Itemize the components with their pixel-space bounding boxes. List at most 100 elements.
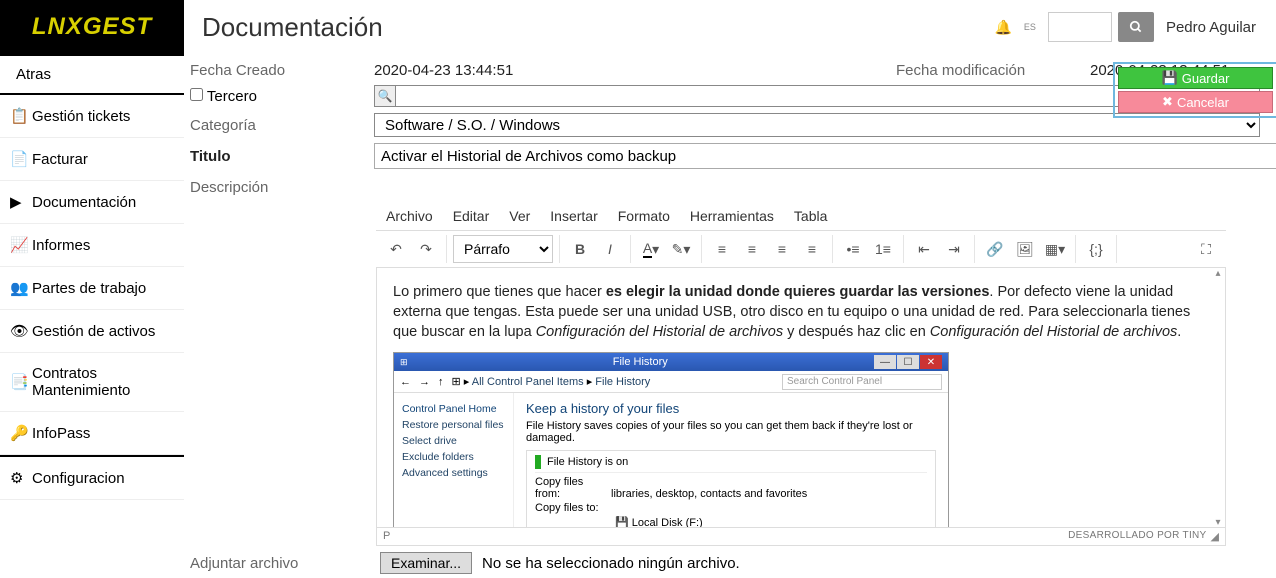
ss-side-item: Exclude folders xyxy=(402,449,505,465)
key-icon: 🔑 xyxy=(10,424,24,442)
sidebar-item-label: Facturar xyxy=(32,151,88,168)
sidebar-item-documentacion[interactable]: ▶Documentación xyxy=(0,181,184,224)
sidebar-item-label: Configuracion xyxy=(32,470,125,487)
sidebar-item-infopass[interactable]: 🔑 InfoPass xyxy=(0,412,184,455)
lang-toggle[interactable]: ES xyxy=(1024,23,1036,32)
tercero-check[interactable]: Tercero xyxy=(190,88,370,105)
ss-side-item: Select drive xyxy=(402,433,505,449)
editor-credit: DESARROLLADO POR TINY xyxy=(1068,530,1206,543)
title-input[interactable] xyxy=(374,143,1276,169)
browse-button[interactable]: Examinar... xyxy=(380,552,472,574)
align-justify-button[interactable]: ≡ xyxy=(798,235,826,263)
sidebar: Atras 📋 Gestión tickets 📄 Facturar ▶Docume… xyxy=(0,54,184,574)
sidebar-item-tickets[interactable]: 📋 Gestión tickets xyxy=(0,95,184,138)
cancel-label: Cancelar xyxy=(1177,95,1229,110)
desc-label: Descripción xyxy=(190,179,370,196)
align-center-button[interactable]: ≡ xyxy=(738,235,766,263)
ss-on-text: File History is on xyxy=(547,456,628,468)
attach-label: Adjuntar archivo xyxy=(190,555,370,572)
sidebar-item-label: Gestión tickets xyxy=(32,108,130,125)
asset-icon: 👁 xyxy=(10,322,24,340)
category-label: Categoría xyxy=(190,117,370,134)
sidebar-item-activos[interactable]: 👁 Gestión de activos xyxy=(0,310,184,353)
indent-button[interactable]: ⇥ xyxy=(940,235,968,263)
menu-archivo[interactable]: Archivo xyxy=(386,208,433,224)
fullscreen-button[interactable]: ⛶ xyxy=(1192,235,1220,263)
scroll-up-icon[interactable]: ▴ xyxy=(1213,268,1223,278)
people-icon: 👥 xyxy=(10,279,24,297)
bullet-list-button[interactable]: •≡ xyxy=(839,235,867,263)
sidebar-item-label: InfoPass xyxy=(32,425,90,442)
action-panel: 💾 Guardar ✖ Cancelar xyxy=(1113,62,1276,118)
image-button[interactable]: 🖼 xyxy=(1011,235,1039,263)
cancel-icon: ✖ xyxy=(1162,94,1173,110)
contract-icon: 📑 xyxy=(10,373,24,391)
align-left-button[interactable]: ≡ xyxy=(708,235,736,263)
highlight-button[interactable]: ✎▾ xyxy=(667,235,695,263)
sidebar-item-label: Contratos Mantenimiento xyxy=(32,365,174,399)
sidebar-item-label: Gestión de activos xyxy=(32,323,155,340)
outdent-button[interactable]: ⇤ xyxy=(910,235,938,263)
link-button[interactable]: 🔗 xyxy=(981,235,1009,263)
menu-insertar[interactable]: Insertar xyxy=(550,208,597,224)
app-logo: LNXGEST xyxy=(0,0,184,54)
ss-title: File History xyxy=(408,356,873,368)
align-right-button[interactable]: ≡ xyxy=(768,235,796,263)
rich-editor: Archivo Editar Ver Insertar Formato Herr… xyxy=(376,202,1226,546)
created-value: 2020-04-23 13:44:51 xyxy=(374,62,892,79)
menu-tabla[interactable]: Tabla xyxy=(794,208,827,224)
editor-paragraph: Lo primero que tienes que hacer es elegi… xyxy=(393,282,1209,342)
editor-path: P xyxy=(383,530,390,543)
undo-button[interactable]: ↶ xyxy=(382,235,410,263)
sidebar-item-label: Documentación xyxy=(32,194,136,211)
editor-body[interactable]: ▴ ▾ Lo primero que tienes que hacer es e… xyxy=(376,268,1226,528)
paragraph-select[interactable]: Párrafo xyxy=(453,235,553,263)
sidebar-item-informes[interactable]: 📈Informes xyxy=(0,224,184,267)
ss-side-item: Restore personal files xyxy=(402,417,505,433)
save-button[interactable]: 💾 Guardar xyxy=(1118,67,1273,89)
text-color-button[interactable]: A▾ xyxy=(637,235,665,263)
redo-button[interactable]: ↷ xyxy=(412,235,440,263)
cancel-button[interactable]: ✖ Cancelar xyxy=(1118,91,1273,113)
ss-side-head: Control Panel Home xyxy=(402,401,505,417)
created-label: Fecha Creado xyxy=(190,62,370,79)
modified-label: Fecha modificación xyxy=(896,62,1086,79)
number-list-button[interactable]: 1≡ xyxy=(869,235,897,263)
sidebar-item-contratos[interactable]: 📑 Contratos Mantenimiento xyxy=(0,353,184,412)
menu-herramientas[interactable]: Herramientas xyxy=(690,208,774,224)
sidebar-item-config[interactable]: ⚙ Configuracion xyxy=(0,457,184,500)
ss-side-item: Advanced settings xyxy=(402,465,505,481)
menu-formato[interactable]: Formato xyxy=(618,208,670,224)
editor-toolbar: ↶ ↷ Párrafo B I A▾ ✎▾ ≡ ≡ ≡ xyxy=(376,231,1226,268)
title-label: Titulo xyxy=(190,148,370,165)
attach-filename: No se ha seleccionado ningún archivo. xyxy=(482,555,740,572)
tercero-checkbox[interactable] xyxy=(190,88,203,101)
menu-editar[interactable]: Editar xyxy=(453,208,490,224)
gear-icon: ⚙ xyxy=(10,469,24,487)
sidebar-item-facturar[interactable]: 📄 Facturar xyxy=(0,138,184,181)
page-title: Documentación xyxy=(202,12,383,43)
header-search-input[interactable] xyxy=(1048,12,1112,42)
tercero-label: Tercero xyxy=(207,88,257,105)
invoice-icon: 📄 xyxy=(10,150,24,168)
embedded-screenshot: ⊞File History—☐✕ ←→↑ ⊞ ▸ All Control Pan… xyxy=(393,352,949,528)
lookup-icon[interactable]: 🔍 xyxy=(374,85,396,107)
editor-menubar: Archivo Editar Ver Insertar Formato Herr… xyxy=(376,202,1226,231)
code-button[interactable]: {;} xyxy=(1082,235,1110,263)
username[interactable]: Pedro Aguilar xyxy=(1166,19,1256,36)
scroll-down-icon[interactable]: ▾ xyxy=(1213,517,1223,527)
back-button[interactable]: Atras xyxy=(0,54,184,95)
save-icon: 💾 xyxy=(1162,70,1178,86)
ss-main-desc: File History saves copies of your files … xyxy=(526,420,936,444)
tickets-icon: 📋 xyxy=(10,107,24,125)
header-search-button[interactable] xyxy=(1118,12,1154,42)
italic-button[interactable]: I xyxy=(596,235,624,263)
resize-handle-icon[interactable]: ◢ xyxy=(1211,530,1219,543)
save-label: Guardar xyxy=(1182,71,1230,86)
sidebar-item-label: Informes xyxy=(32,237,90,254)
table-button[interactable]: ▦▾ xyxy=(1041,235,1069,263)
menu-ver[interactable]: Ver xyxy=(509,208,530,224)
bold-button[interactable]: B xyxy=(566,235,594,263)
bell-icon[interactable]: 🔔 xyxy=(994,19,1011,36)
sidebar-item-partes[interactable]: 👥Partes de trabajo xyxy=(0,267,184,310)
